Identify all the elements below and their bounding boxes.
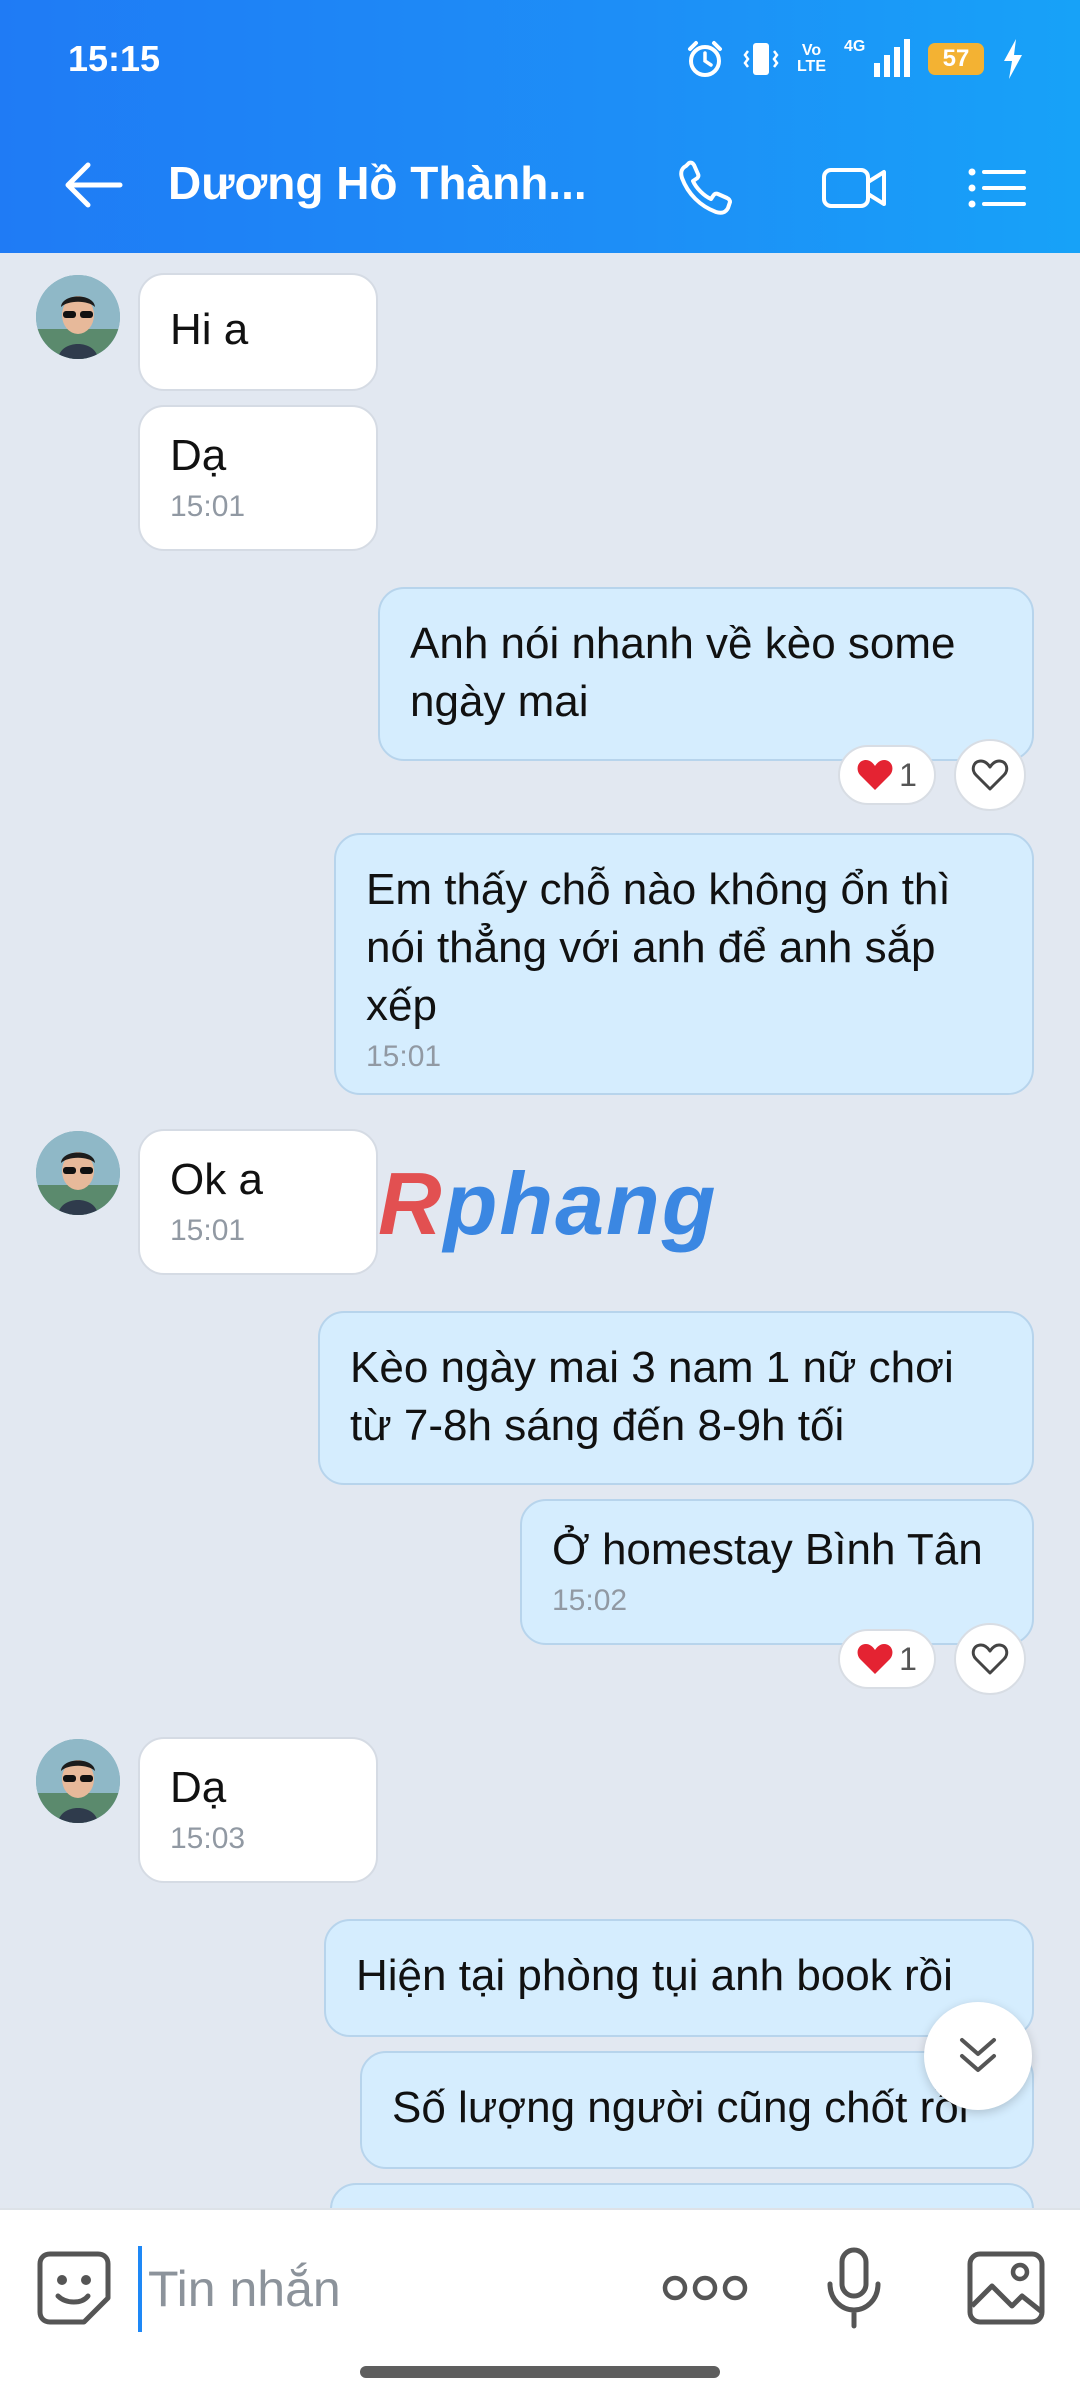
- message-text: Ok a: [170, 1155, 263, 1204]
- volte-indicator: Vo LTE: [797, 43, 826, 75]
- scroll-to-bottom-button[interactable]: [924, 2002, 1032, 2110]
- charging-icon: [1004, 39, 1022, 79]
- message-text: Anh nói nhanh về kèo some ngày mai: [410, 619, 956, 726]
- message-bubble-incoming[interactable]: Dạ 15:03: [138, 1737, 378, 1883]
- message-text: Hiện tại phòng tụi anh book rồi: [356, 1951, 953, 2000]
- message-bubble-outgoing[interactable]: Anh nói nhanh về kèo some ngày mai: [378, 587, 1034, 761]
- reaction-summary[interactable]: 1: [838, 745, 936, 805]
- message-time: 15:02: [552, 1584, 628, 1617]
- video-camera-icon[interactable]: [820, 158, 890, 218]
- vibrate-icon: [743, 43, 779, 75]
- status-time: 15:15: [68, 38, 161, 79]
- chat-topbar: Dương Hồ Thành...: [0, 130, 1080, 240]
- reaction-summary[interactable]: 1: [838, 1629, 936, 1689]
- smiley-sticker-icon[interactable]: [36, 2250, 112, 2326]
- alarm-icon: [687, 41, 722, 77]
- heart-outline-icon: [971, 759, 1009, 791]
- avatar-image: [36, 1131, 120, 1215]
- app-header: 15:15 Vo LTE 4G 57 Dương Hồ Thành...: [0, 0, 1080, 253]
- react-button[interactable]: [954, 1623, 1026, 1695]
- red-heart-icon: [857, 760, 893, 790]
- system-home-indicator[interactable]: [360, 2366, 720, 2378]
- status-icons: Vo LTE 4G 57: [685, 34, 1024, 84]
- message-text: Kèo ngày mai 3 nam 1 nữ chơi từ 7-8h sán…: [350, 1343, 954, 1450]
- avatar-image: [36, 275, 120, 359]
- microphone-icon[interactable]: [822, 2246, 886, 2330]
- volte-top-label: Vo: [801, 42, 822, 59]
- message-bubble-incoming[interactable]: Ok a 15:01: [138, 1129, 378, 1275]
- message-time: 15:01: [366, 1040, 442, 1073]
- message-bubble-incoming[interactable]: Hi a: [138, 273, 378, 391]
- signal-bars-icon: [874, 39, 910, 77]
- message-text: Em thấy chỗ nào không ổn thì nói thẳng v…: [366, 865, 951, 1030]
- heart-outline-icon: [971, 1643, 1009, 1675]
- reaction-count: 1: [899, 1640, 917, 1677]
- message-text: Ở homestay Bình Tân: [552, 1525, 983, 1574]
- message-text: Hi a: [170, 305, 249, 354]
- watermark-letter: R: [378, 1154, 444, 1253]
- message-bubble-outgoing[interactable]: Kèo ngày mai 3 nam 1 nữ chơi từ 7-8h sán…: [318, 1311, 1034, 1485]
- contact-avatar[interactable]: [36, 1131, 120, 1215]
- message-text: Dạ: [170, 431, 227, 480]
- list-menu-icon[interactable]: [962, 158, 1032, 218]
- message-bubble-outgoing[interactable]: Ở homestay Bình Tân 15:02: [520, 1499, 1034, 1645]
- message-bubble-outgoing[interactable]: Hiện tại phòng tụi anh book rồi: [324, 1919, 1034, 2037]
- volte-bottom-label: LTE: [796, 58, 826, 75]
- message-time: 15:03: [170, 1822, 246, 1855]
- contact-avatar[interactable]: [36, 275, 120, 359]
- message-time: 15:01: [170, 1214, 246, 1247]
- message-text: Dạ: [170, 1763, 227, 1812]
- contact-avatar[interactable]: [36, 1739, 120, 1823]
- watermark-text: phang: [443, 1154, 718, 1253]
- back-arrow-icon[interactable]: [60, 155, 130, 215]
- phone-icon[interactable]: [672, 158, 742, 218]
- watermark-logo: Rphang: [378, 1153, 718, 1255]
- message-bubble-outgoing[interactable]: Em thấy chỗ nào không ổn thì nói thẳng v…: [334, 833, 1034, 1095]
- avatar-image: [36, 1739, 120, 1823]
- signal-indicator: 4G: [844, 39, 910, 79]
- battery-level: 57: [928, 43, 984, 75]
- message-input[interactable]: [138, 2246, 630, 2332]
- double-chevron-down-icon: [960, 2038, 996, 2072]
- message-bubble-outgoing[interactable]: [330, 2183, 1034, 2208]
- reaction-count: 1: [899, 756, 917, 793]
- react-button[interactable]: [954, 739, 1026, 811]
- message-time: 15:01: [170, 490, 246, 523]
- more-dots-icon[interactable]: [660, 2268, 750, 2308]
- image-gallery-icon[interactable]: [966, 2250, 1046, 2326]
- message-text: Số lượng người cũng chốt rồi: [392, 2083, 969, 2132]
- red-heart-icon: [857, 1644, 893, 1674]
- contact-name[interactable]: Dương Hồ Thành...: [168, 156, 587, 210]
- message-bubble-incoming[interactable]: Dạ 15:01: [138, 405, 378, 551]
- message-list[interactable]: Hi a Dạ 15:01 Anh nói nhanh về kèo some …: [0, 253, 1080, 2208]
